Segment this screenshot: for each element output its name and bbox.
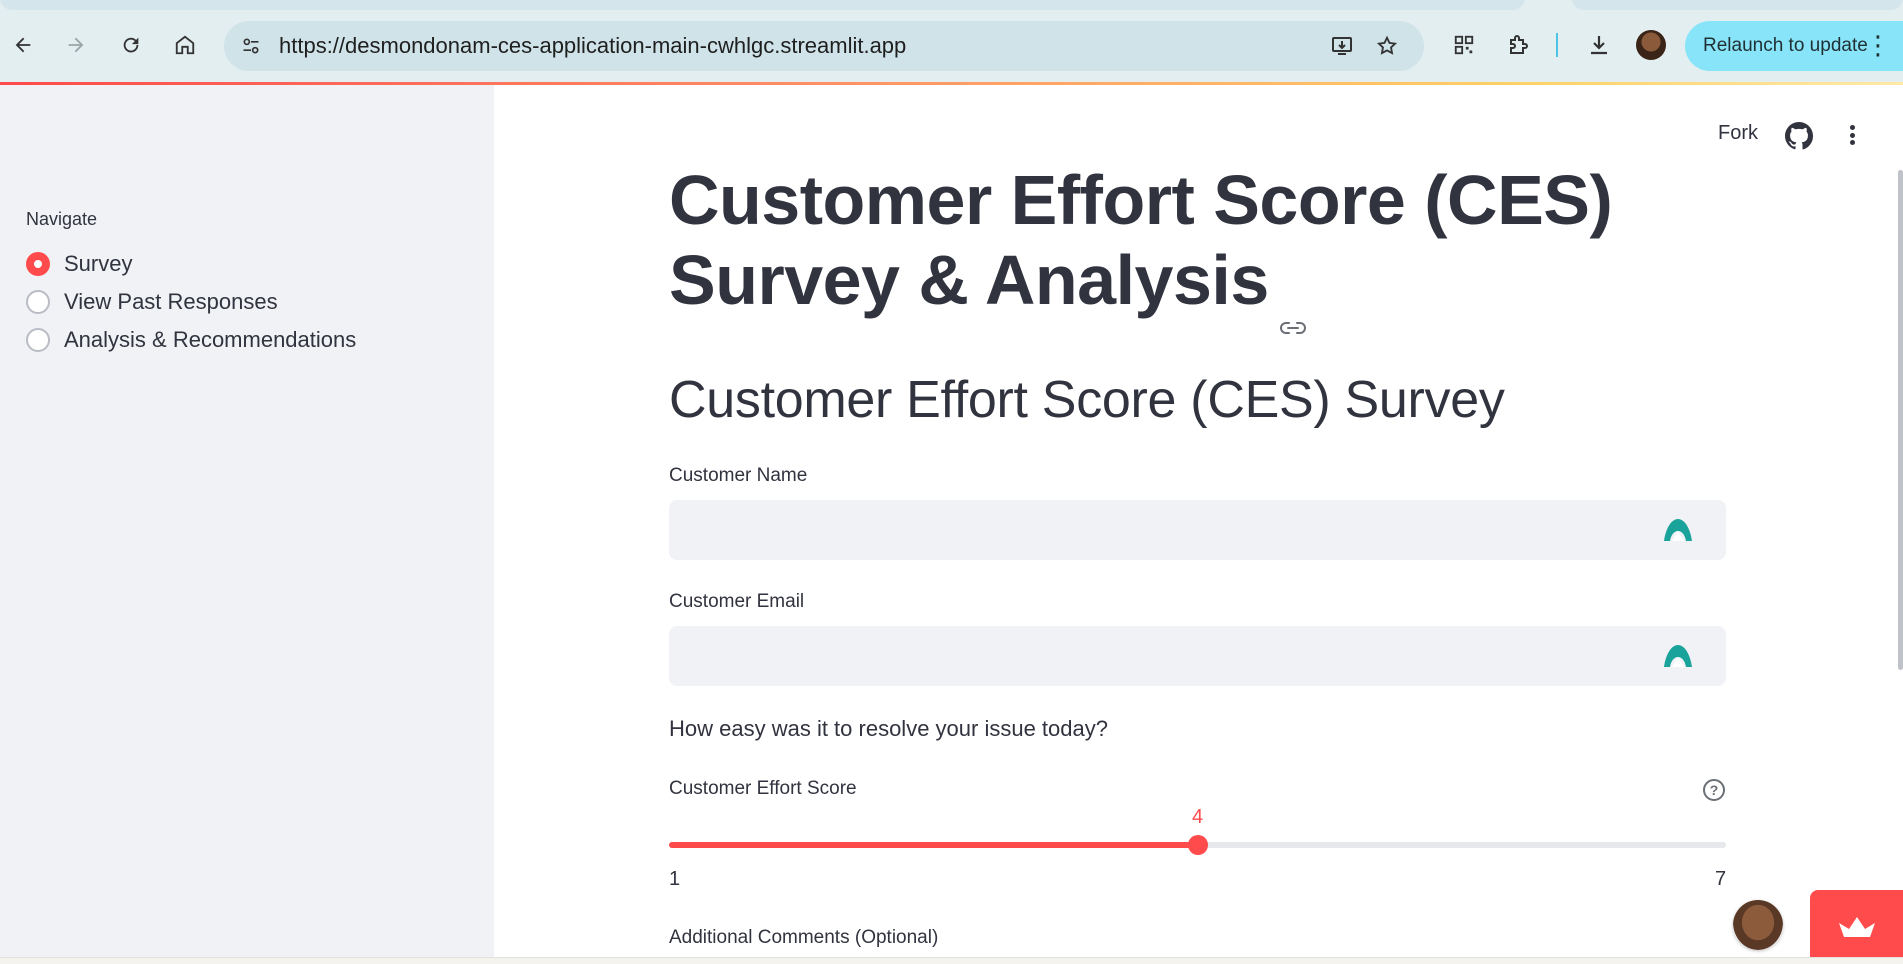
crown-icon <box>1838 917 1875 937</box>
tab-strip-right <box>1572 0 1903 10</box>
extensions-icon[interactable] <box>1501 28 1535 62</box>
bookmark-star-icon[interactable] <box>1370 29 1404 63</box>
customer-effort-score-label: Customer Effort Score <box>669 778 857 799</box>
sidebar-item-label: Analysis & Recommendations <box>64 327 357 352</box>
password-manager-icon[interactable] <box>1662 643 1694 669</box>
app-menu-icon[interactable] <box>1840 120 1864 150</box>
slider-value-label: 4 <box>1191 806 1204 828</box>
additional-comments-label: Additional Comments (Optional) <box>669 927 939 948</box>
customer-email-label: Customer Email <box>669 591 805 612</box>
home-icon[interactable] <box>168 28 202 62</box>
radio-view-past-responses[interactable] <box>26 290 50 314</box>
sidebar-item-label: Survey <box>64 251 133 276</box>
sidebar-item-survey[interactable]: Survey <box>26 247 132 281</box>
customer-email-input[interactable] <box>669 626 1726 686</box>
radio-analysis[interactable] <box>26 328 50 352</box>
anchor-link-icon[interactable] <box>1279 272 1307 334</box>
relaunch-button[interactable]: Relaunch to update ⋮ <box>1685 21 1903 71</box>
slider-fill <box>669 842 1198 848</box>
tab-strip <box>0 0 1525 10</box>
user-avatar[interactable] <box>1733 900 1783 950</box>
forward-icon[interactable] <box>59 28 93 62</box>
github-icon[interactable] <box>1785 122 1814 150</box>
sidebar-item-view-past-responses[interactable]: View Past Responses <box>26 285 278 319</box>
back-icon[interactable] <box>6 28 40 62</box>
slider-thumb[interactable] <box>1187 835 1208 855</box>
fork-button[interactable]: Fork <box>1718 122 1758 145</box>
browser-toolbar: https://desmondonam-ces-application-main… <box>0 0 1903 82</box>
site-info-icon[interactable] <box>234 29 268 63</box>
customer-name-label: Customer Name <box>669 465 808 486</box>
window-bottom-edge <box>0 957 1903 964</box>
page-title-text: Customer Effort Score (CES) Survey & Ana… <box>669 161 1613 319</box>
password-manager-icon[interactable] <box>1662 517 1694 543</box>
profile-avatar[interactable] <box>1636 30 1666 60</box>
slider-max-label: 7 <box>1715 868 1727 890</box>
address-bar[interactable]: https://desmondonam-ces-application-main… <box>224 21 1424 71</box>
slider-min-label: 1 <box>669 868 681 890</box>
help-icon[interactable]: ? <box>1703 779 1725 801</box>
toolbar-divider <box>1556 33 1558 57</box>
more-menu-icon[interactable]: ⋮ <box>1865 21 1891 69</box>
page-title: Customer Effort Score (CES) Survey & Ana… <box>669 160 1729 334</box>
qr-code-icon[interactable] <box>1447 28 1481 62</box>
survey-question: How easy was it to resolve your issue to… <box>669 716 1108 741</box>
streamlit-badge[interactable] <box>1810 890 1903 964</box>
sidebar-item-label: View Past Responses <box>64 289 278 314</box>
url-text[interactable]: https://desmondonam-ces-application-main… <box>279 21 906 71</box>
relaunch-label: Relaunch to update <box>1703 35 1868 56</box>
customer-name-input[interactable] <box>669 500 1726 560</box>
reload-icon[interactable] <box>114 28 148 62</box>
scrollbar[interactable] <box>1898 170 1903 670</box>
section-title: Customer Effort Score (CES) Survey <box>669 371 1505 429</box>
download-icon[interactable] <box>1582 28 1616 62</box>
install-app-icon[interactable] <box>1325 29 1359 63</box>
navigate-label: Navigate <box>26 209 98 229</box>
sidebar-item-analysis[interactable]: Analysis & Recommendations <box>26 323 356 357</box>
radio-survey[interactable] <box>26 252 50 276</box>
